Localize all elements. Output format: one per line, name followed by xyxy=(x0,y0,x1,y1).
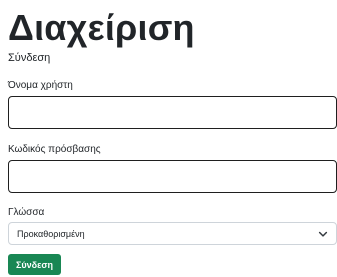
login-form: Διαχείριση Σύνδεση Όνομα χρήστη Κωδικός … xyxy=(8,0,337,275)
language-label: Γλώσσα xyxy=(8,207,45,218)
language-select-value: Προκαθορισμένη xyxy=(17,228,85,239)
password-label: Κωδικός πρόσβασης xyxy=(8,144,101,155)
page-title: Διαχείριση xyxy=(8,7,195,48)
language-select[interactable]: Προκαθορισμένη xyxy=(8,222,337,245)
page-subtitle: Σύνδεση xyxy=(8,52,51,64)
password-input[interactable] xyxy=(8,160,337,193)
login-button[interactable]: Σύνδεση xyxy=(8,254,62,275)
username-label: Όνομα χρήστη xyxy=(8,80,73,91)
username-input[interactable] xyxy=(8,96,337,129)
chevron-down-icon xyxy=(318,231,328,237)
